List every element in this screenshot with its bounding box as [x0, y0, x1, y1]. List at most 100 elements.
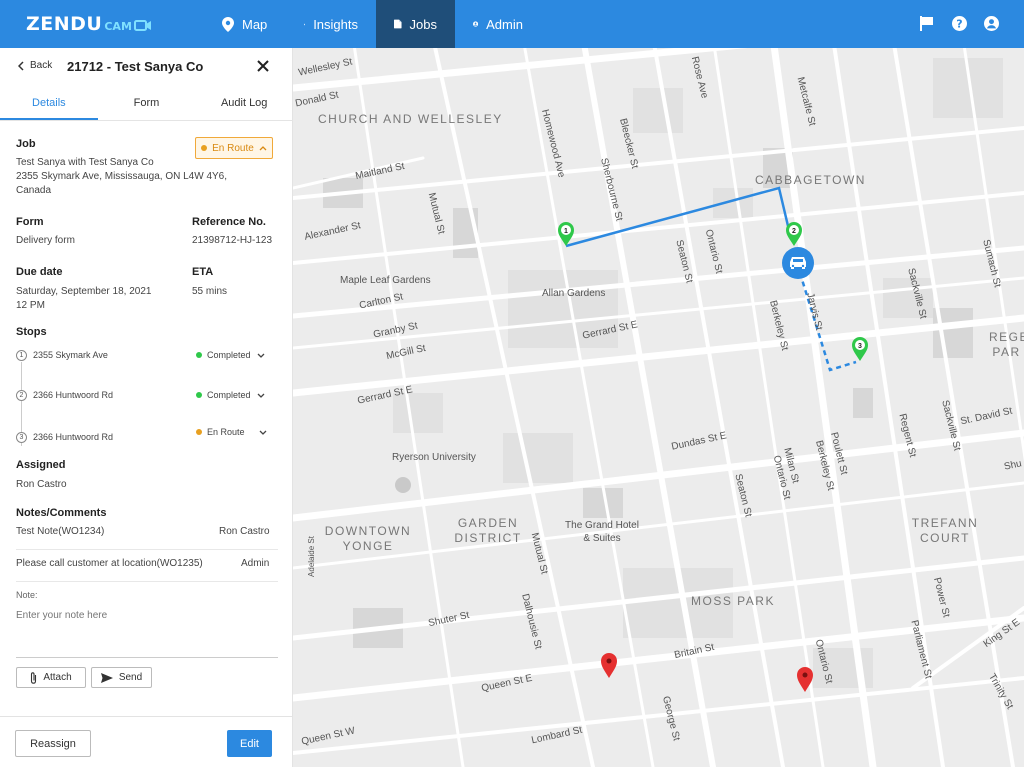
note-text: Test Note(WO1234): [16, 526, 105, 537]
send-button[interactable]: Send: [91, 667, 152, 688]
stop-pin-3[interactable]: 3: [852, 337, 868, 361]
area-label: TREFANN COURT: [911, 516, 979, 545]
form-label: Form: [16, 216, 44, 228]
street-label: Adelaide St: [306, 536, 316, 577]
stop-address: 2366 Huntwoord Rd: [33, 390, 114, 400]
nav-item-admin[interactable]: Admin: [455, 0, 541, 48]
svg-text:?: ?: [956, 17, 962, 30]
note-author: Ron Castro: [219, 526, 270, 537]
area-label: MOSS PARK: [691, 594, 775, 608]
status-dot: [196, 429, 202, 435]
stops-label: Stops: [16, 326, 47, 338]
vehicle-marker[interactable]: [782, 247, 814, 279]
note-author: Admin: [241, 558, 270, 569]
assigned-label: Assigned: [16, 459, 66, 471]
account-icon[interactable]: [982, 14, 1000, 32]
svg-text:2: 2: [792, 228, 796, 235]
top-navigation-bar: ZENDU CAM Map Insights Jobs Admin ?: [0, 0, 1024, 48]
place-label: Maple Leaf Gardens: [340, 275, 431, 286]
camera-icon: [133, 20, 151, 31]
due-date-label: Due date: [16, 266, 63, 278]
logo-wordmark: ZENDU: [26, 13, 103, 35]
job-address-country: Canada: [16, 185, 52, 196]
note-text: Please call customer at location(WO1235): [16, 558, 203, 569]
svg-text:3: 3: [858, 343, 862, 350]
nav-item-map[interactable]: Map: [204, 0, 286, 48]
area-label: CABBAGETOWN: [755, 173, 866, 187]
back-button[interactable]: Back: [18, 60, 52, 71]
stop-status-text: Completed: [207, 350, 251, 360]
stop-number: 3: [16, 432, 27, 443]
job-details-panel: Back 21712 - Test Sanya Co Details Form …: [0, 48, 293, 767]
flag-icon[interactable]: [918, 14, 936, 32]
stop-status-dropdown[interactable]: Completed: [196, 350, 265, 360]
nav-item-label: Jobs: [409, 16, 437, 32]
nav-item-label: Map: [242, 16, 268, 32]
area-label: CHURCH AND WELLESLEY: [318, 112, 503, 126]
tab-details[interactable]: Details: [0, 86, 98, 120]
note-input[interactable]: [16, 605, 278, 625]
main-nav: Map Insights Jobs Admin: [204, 0, 541, 48]
map-view[interactable]: 1 2 3 CHURCH AND WELLESLEY CABBAGETOWN D…: [293, 48, 1024, 767]
job-address: 2355 Skymark Ave, Mississauga, ON L4W 4Y…: [16, 171, 228, 182]
stop-number: 1: [16, 350, 27, 361]
attach-label: Attach: [43, 672, 72, 683]
edit-button[interactable]: Edit: [227, 730, 272, 757]
panel-header: Back 21712 - Test Sanya Co: [0, 48, 293, 86]
chevron-down-icon: [259, 430, 266, 435]
top-right-actions: ?: [918, 14, 1000, 32]
panel-tabs: Details Form Audit Log: [0, 86, 293, 121]
stop-status-text: En Route: [207, 427, 245, 437]
close-icon[interactable]: [256, 59, 270, 73]
stop-address: 2355 Skymark Ave: [33, 350, 108, 360]
job-status-dropdown[interactable]: En Route: [195, 137, 273, 159]
job-title: 21712 - Test Sanya Co: [67, 59, 204, 74]
place-label: Allan Gardens: [542, 288, 606, 299]
reference-value: 21398712-HJ-123: [192, 235, 273, 246]
stop-status-dropdown[interactable]: Completed: [196, 390, 265, 400]
chevron-down-icon: [257, 353, 264, 358]
note-input-underline: [16, 657, 278, 658]
form-value: Delivery form: [16, 235, 75, 246]
divider: [16, 581, 278, 582]
reassign-button[interactable]: Reassign: [15, 730, 91, 757]
place-label: Ryerson University: [392, 452, 476, 463]
note-input-label: Note:: [16, 590, 38, 600]
stop-address: 2366 Huntwoord Rd: [33, 432, 114, 442]
attach-button[interactable]: Attach: [16, 667, 86, 688]
job-label: Job: [16, 138, 36, 150]
assigned-value: Ron Castro: [16, 479, 67, 490]
footer-divider: [0, 716, 293, 717]
svg-text:1: 1: [564, 228, 568, 235]
stop-status-text: Completed: [207, 390, 251, 400]
map-canvas[interactable]: 1 2 3: [293, 48, 1024, 767]
area-label: DOWNTOWN YONGE: [324, 524, 412, 553]
due-date-value: Saturday, September 18, 2021: [16, 286, 152, 297]
logo-suffix: CAM: [104, 19, 132, 33]
help-icon[interactable]: ?: [950, 14, 968, 32]
chevron-up-icon: [259, 145, 267, 150]
user-circle-icon: [473, 21, 479, 27]
nav-item-insights[interactable]: Insights: [286, 0, 376, 48]
tab-form[interactable]: Form: [98, 86, 196, 120]
chevron-down-icon: [257, 393, 264, 398]
job-status-text: En Route: [212, 142, 254, 154]
eta-value: 55 mins: [192, 286, 228, 297]
zenducam-logo[interactable]: ZENDU CAM: [26, 13, 152, 35]
nav-item-label: Admin: [486, 16, 523, 32]
job-customer: Test Sanya with Test Sanya Co: [16, 157, 154, 168]
location-pin-red[interactable]: [601, 653, 617, 678]
stop-status-dropdown[interactable]: En Route: [196, 427, 267, 437]
status-dot: [201, 145, 208, 151]
due-time-value: 12 PM: [16, 300, 45, 311]
tab-audit-log[interactable]: Audit Log: [195, 86, 293, 120]
document-icon: [394, 19, 402, 29]
chevron-left-icon: [18, 60, 24, 71]
send-icon: [100, 672, 113, 683]
area-label: REGE PAR: [989, 330, 1024, 359]
nav-item-jobs[interactable]: Jobs: [376, 0, 455, 48]
chart-icon: [304, 23, 306, 25]
send-label: Send: [118, 672, 143, 683]
status-dot: [196, 392, 202, 398]
nav-item-label: Insights: [313, 16, 358, 32]
